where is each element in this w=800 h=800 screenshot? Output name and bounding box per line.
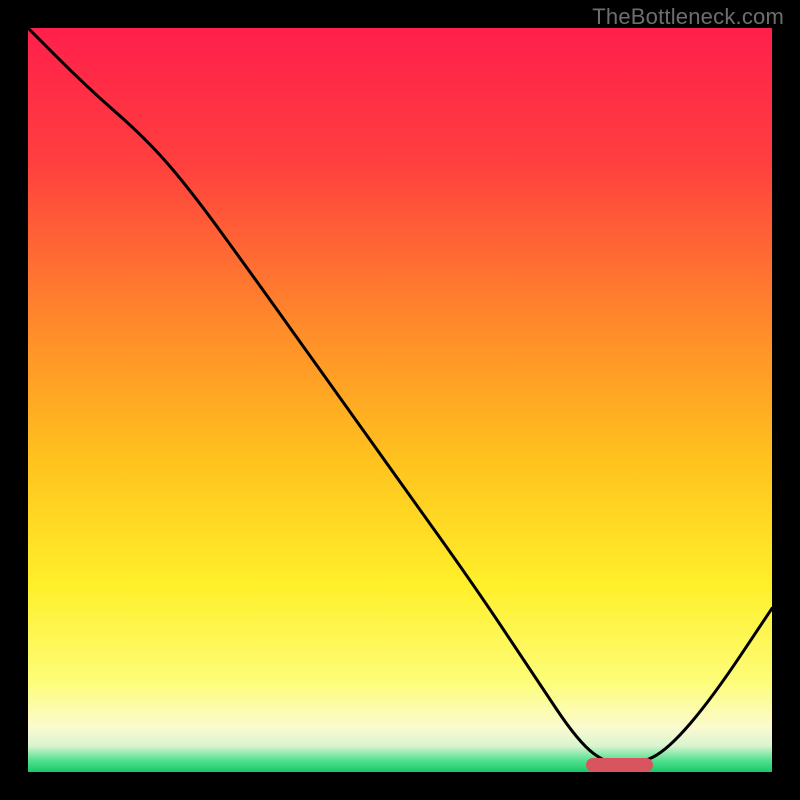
optimal-range-marker bbox=[586, 758, 653, 772]
watermark-text: TheBottleneck.com bbox=[592, 4, 784, 30]
plot-area bbox=[28, 28, 772, 772]
chart-frame: TheBottleneck.com bbox=[0, 0, 800, 800]
bottleneck-curve bbox=[28, 28, 772, 772]
